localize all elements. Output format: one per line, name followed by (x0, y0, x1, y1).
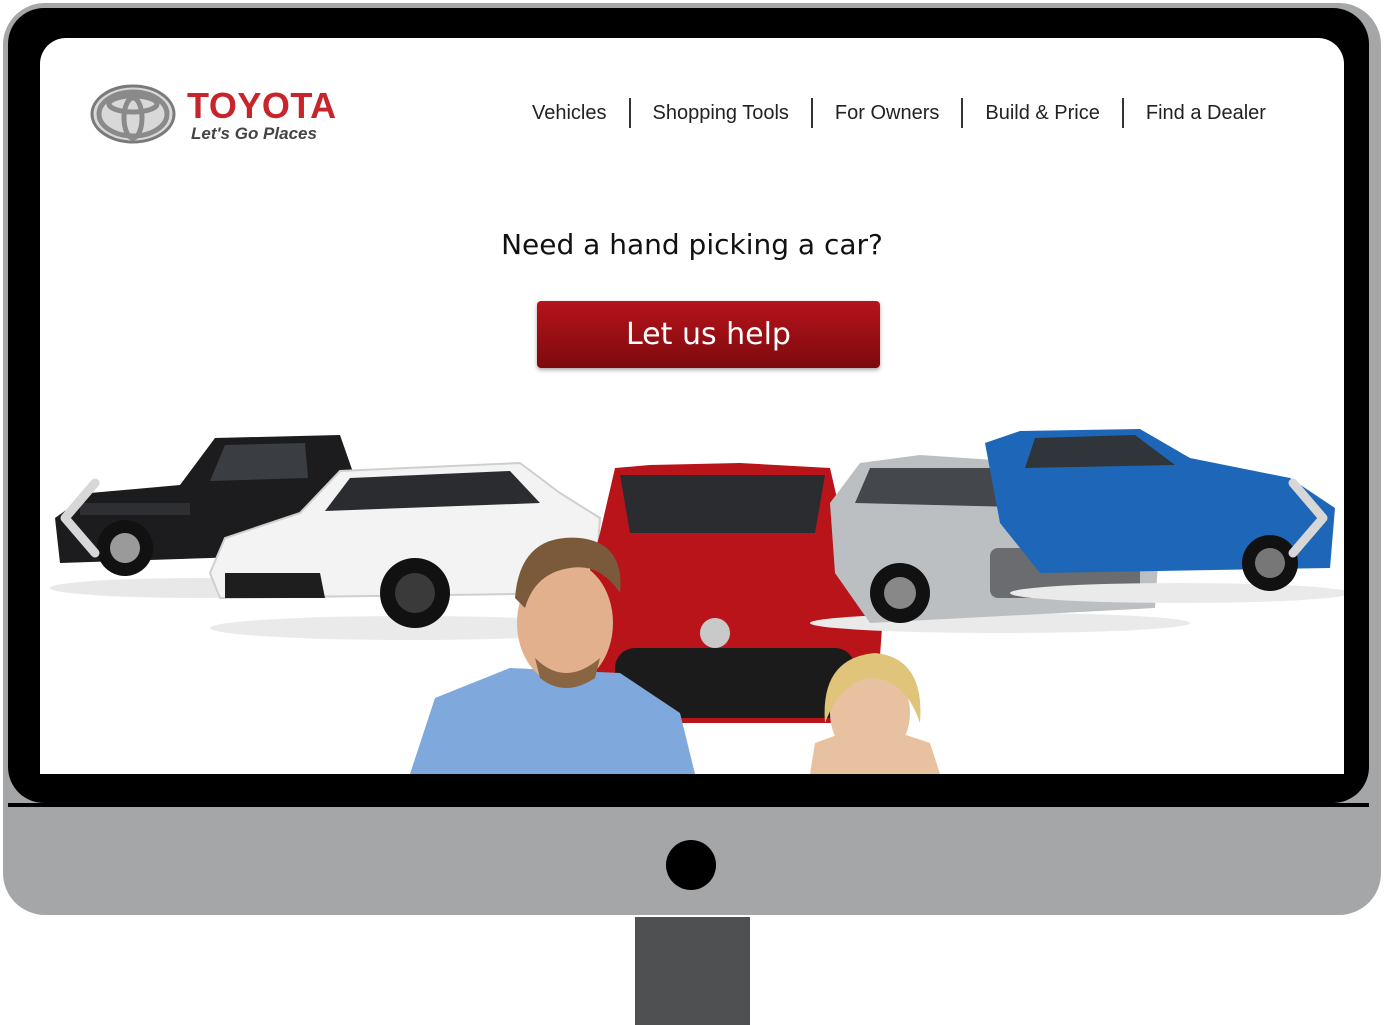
nav-shopping-tools[interactable]: Shopping Tools (631, 98, 811, 128)
nav-for-owners[interactable]: For Owners (813, 98, 961, 128)
carousel-prev-chevron-icon[interactable] (50, 473, 110, 563)
let-us-help-button[interactable]: Let us help (537, 301, 880, 368)
browser-screen: TOYOTA Let's Go Places Vehicles Shopping… (40, 38, 1344, 774)
nav-build-price[interactable]: Build & Price (963, 98, 1122, 128)
nav-find-dealer[interactable]: Find a Dealer (1124, 98, 1288, 128)
monitor-button (666, 840, 716, 890)
nav-vehicles[interactable]: Vehicles (510, 98, 629, 128)
carousel-next-chevron-icon[interactable] (1278, 473, 1338, 563)
main-nav: Vehicles Shopping Tools For Owners Build… (510, 98, 1288, 128)
brand-name[interactable]: TOYOTA (187, 85, 337, 127)
hero-headline: Need a hand picking a car? (501, 228, 883, 261)
monitor-stand (635, 917, 750, 1025)
vehicle-lineup-image (50, 429, 1344, 774)
vehicle-carousel (40, 423, 1344, 774)
brand-tagline: Let's Go Places (191, 124, 317, 143)
monitor-divider (8, 803, 1369, 807)
